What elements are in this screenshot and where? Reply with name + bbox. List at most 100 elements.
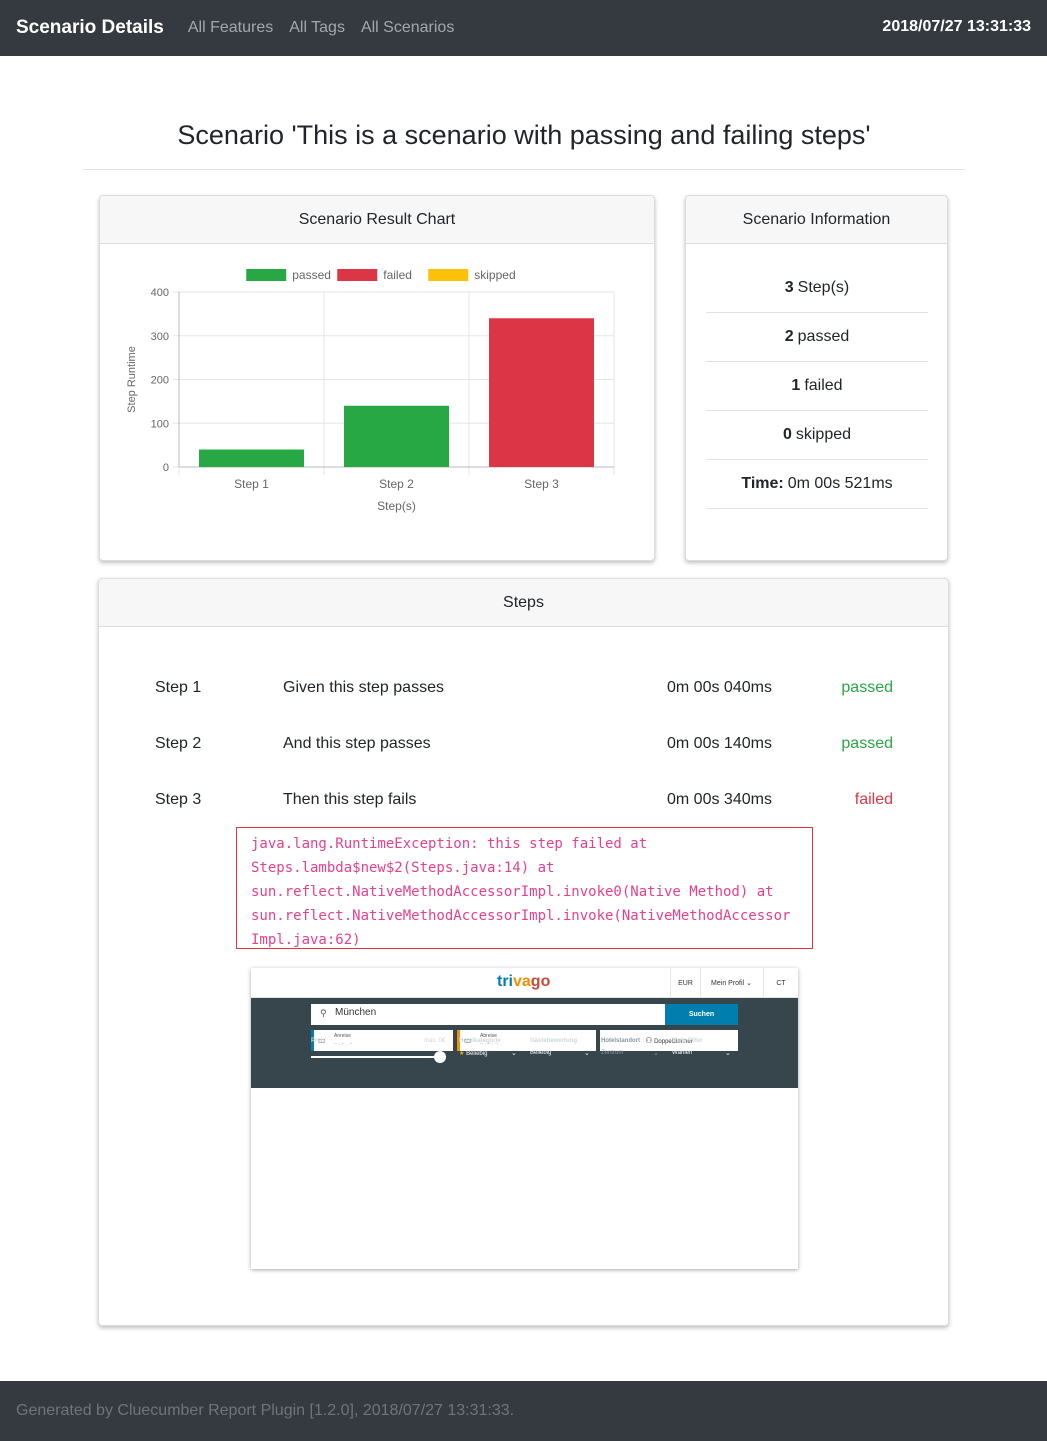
bar-failed [489,318,594,467]
nav-link-all-features[interactable]: All Features [188,19,273,37]
price-slider-knob [434,1051,446,1063]
info-failed-value: 1 [791,377,801,394]
filter-label: Gästebewertung [530,1038,578,1044]
info-skipped-label: skipped [795,426,852,443]
info-card-header: Scenario Information [686,196,947,244]
steps-card: Steps Step 1 Given this step passes 0m 0… [98,578,949,1326]
title-divider [83,169,965,170]
filter-label: Hotelkategorie [459,1038,501,1044]
stacktrace-line: Impl.java:62) [251,932,361,948]
x-tick-label: Step 3 [524,477,559,491]
navbar-brand[interactable]: Scenario Details [16,17,164,39]
filter-label: Preis [311,1038,326,1044]
steps-card-header: Steps [99,579,948,627]
info-row-steps: 3 Step(s) [706,264,928,313]
legend-label-passed: passed [292,268,331,282]
stacktrace-line: Steps.lambda$new$2(Steps.java:14) at [251,860,555,876]
info-skipped-value: 0 [782,426,792,443]
info-row-skipped: 0 skipped [706,411,928,460]
stacktrace-line: sun.reflect.NativeMethodAccessorImpl.inv… [251,908,791,924]
chevron-down-icon: ⌄ [746,980,752,987]
step-row: Step 3 Then this step fails 0m 00s 340ms… [99,791,950,821]
stacktrace-line: java.lang.RuntimeException: this step fa… [251,836,648,852]
star-icon: ★ [459,1051,465,1057]
trivago-logo: trivago [497,973,551,990]
screenshot-search-input: ⚲ München [311,1004,665,1025]
info-time-label: Time: [741,475,784,492]
error-stacktrace: java.lang.RuntimeException: this step fa… [236,827,813,949]
filter-value: ★ Beliebig [459,1051,488,1057]
filter-price-max: max. 0€ [424,1038,446,1044]
chart-card-header: Scenario Result Chart [100,196,654,244]
step-status: passed [841,679,893,696]
screenshot-search-button: Suchen [665,1004,738,1025]
screenshot-profile: Mein Profil ⌄ [700,968,762,998]
y-tick-label: 400 [151,287,169,299]
y-axis-title: Step Runtime [126,346,138,413]
chevron-down-icon: ⌄ [725,1050,731,1057]
filter-value: Zentrum [601,1050,624,1056]
info-failed-label: failed [804,377,843,394]
step-number: Step 1 [155,679,202,696]
failure-screenshot[interactable]: trivago EUR Mein Profil ⌄ CT ⚲ München S… [251,968,798,1269]
filter-value: Wählen [672,1050,693,1056]
nav-link-all-scenarios[interactable]: All Scenarios [361,19,454,37]
navbar-datetime: 2018/07/27 13:31:33 [882,18,1031,35]
screenshot-currency: EUR [670,968,700,998]
step-duration: 0m 00s 340ms [667,791,772,808]
legend-label-skipped: skipped [474,268,515,282]
info-row-time: Time: 0m 00s 521ms [706,460,928,509]
scenario-information-card: Scenario Information 3 Step(s) 2 passed … [685,195,948,561]
info-row-failed: 1 failed [706,362,928,411]
x-tick-label: Step 1 [234,477,269,491]
step-duration: 0m 00s 040ms [667,679,772,696]
chevron-down-icon: ⌄ [511,1050,517,1057]
info-time-value: 0m 00s 521ms [787,475,893,492]
scenario-result-chart: 0 100 200 300 400 Step 1 Step 2 Step 3 Step(s) St… [126,268,615,513]
chevron-down-icon: ⌄ [653,1050,659,1057]
y-tick-label: 100 [151,418,169,430]
step-name: And this step passes [283,735,431,752]
screenshot-search-band: ⚲ München Suchen ▭ Anreise -- . -- . -- … [251,998,798,1088]
info-passed-label: passed [797,328,850,345]
step-name: Given this step passes [283,679,444,696]
price-slider-track [311,1056,445,1058]
screenshot-header: trivago EUR Mein Profil ⌄ CT [251,968,798,998]
nav-link-all-tags[interactable]: All Tags [289,19,345,37]
x-tick-label: Step 2 [379,477,414,491]
step-status: failed [854,791,893,808]
y-tick-label: 200 [151,375,169,387]
info-steps-label: Step(s) [797,279,850,296]
y-tick-label: 300 [151,331,169,343]
y-tick-label: 0 [163,462,169,474]
legend-swatch-failed [337,269,378,281]
info-passed-value: 2 [784,328,794,345]
legend-label-failed: failed [383,268,412,282]
top-navbar: Scenario Details All Features All Tags A… [0,0,1047,56]
info-steps-value: 3 [784,279,794,296]
filter-value: Beliebig [530,1050,552,1056]
page-footer: Generated by Cluecumber Report Plugin [1… [0,1381,1047,1441]
step-row: Step 2 And this step passes 0m 00s 140ms… [99,735,950,765]
search-icon: ⚲ [320,1008,327,1018]
step-number: Step 2 [155,735,202,752]
scenario-result-chart-card: Scenario Result Chart 0 100 200 300 400 Step … [99,195,655,561]
bar-passed [344,405,449,467]
screenshot-ct: CT [763,968,798,998]
step-duration: 0m 00s 140ms [667,735,772,752]
footer-text: Generated by Cluecumber Report Plugin [1… [16,1402,515,1419]
filter-label: Hotelstandort [601,1038,640,1044]
legend-swatch-skipped [428,269,469,281]
step-row: Step 1 Given this step passes 0m 00s 040… [99,679,950,709]
legend-swatch-passed [246,269,287,281]
step-name: Then this step fails [283,791,417,808]
chevron-down-icon: ⌄ [584,1050,590,1057]
step-number: Step 3 [155,791,202,808]
info-row-passed: 2 passed [706,313,928,362]
filter-label: Mehr Filter [672,1038,703,1044]
step-status: passed [841,735,893,752]
page-title: Scenario 'This is a scenario with passin… [177,120,871,150]
stacktrace-line: sun.reflect.NativeMethodAccessorImpl.inv… [251,884,774,900]
people-icon: ⚇ [645,1036,653,1045]
bar-passed [199,449,304,467]
